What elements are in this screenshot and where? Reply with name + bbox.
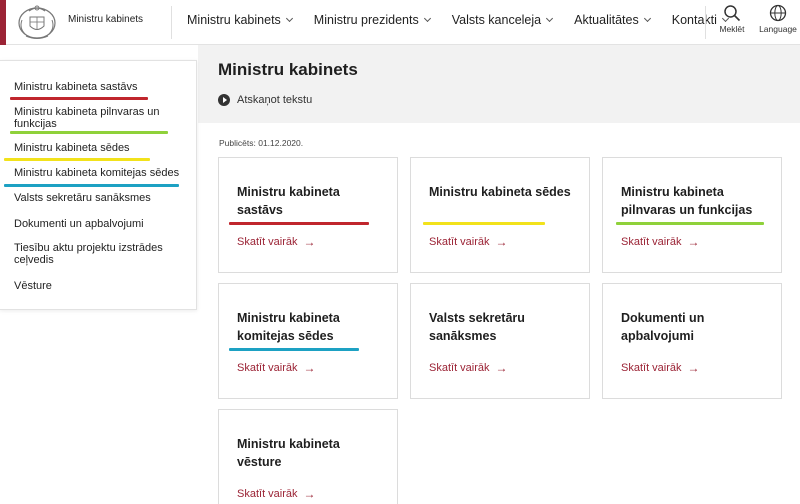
arrow-right-icon: → (303, 361, 316, 375)
sidebar-underline (10, 131, 168, 134)
brand-strip (0, 0, 6, 45)
arrow-right-icon: → (303, 487, 316, 501)
listen-button[interactable]: Atskaņot tekstu (218, 94, 312, 106)
arrow-right-icon: → (687, 361, 700, 375)
card-link[interactable]: Skatīt vairāk → (237, 487, 316, 501)
card-link[interactable]: Skatīt vairāk → (429, 235, 508, 249)
card-vesture[interactable]: Ministru kabineta vēsture Skatīt vairāk → (218, 409, 398, 504)
card-title: Valsts sekretāru sanāksmes (429, 311, 525, 343)
sidebar-item-dokumenti[interactable]: Dokumenti un apbalvojumi (14, 218, 189, 230)
card-title: Ministru kabineta sastāvs (237, 185, 340, 217)
card-link[interactable]: Skatīt vairāk → (237, 235, 316, 249)
card-underline (229, 348, 359, 351)
chevron-down-icon (546, 14, 554, 23)
nav-item-valsts-kanceleja[interactable]: Valsts kanceleja (452, 13, 554, 27)
sidebar-underline (4, 158, 150, 161)
page-hero: Ministru kabinets Atskaņot tekstu (198, 45, 800, 123)
site-name[interactable]: Ministru kabinets (68, 14, 143, 25)
card-title: Ministru kabineta sēdes (429, 185, 571, 199)
play-icon (218, 94, 230, 106)
search-icon (724, 5, 741, 22)
sidebar-underline (4, 184, 179, 187)
card-underline (229, 222, 369, 225)
language-button[interactable]: Language (756, 4, 800, 34)
globe-icon (769, 4, 787, 22)
site-header: Ministru kabinets Ministru kabinets Mini… (0, 0, 800, 45)
arrow-right-icon: → (687, 235, 700, 249)
search-button[interactable]: Meklēt (716, 4, 748, 34)
chevron-down-icon (643, 14, 651, 23)
main-nav: Ministru kabinets Ministru prezidents Va… (187, 13, 750, 27)
sidebar-item-pilnvaras[interactable]: Ministru kabineta pilnvaras un funkcijas (14, 106, 189, 130)
card-title: Ministru kabineta komitejas sēdes (237, 311, 340, 343)
card-sanaksmes[interactable]: Valsts sekretāru sanāksmes Skatīt vairāk… (410, 283, 590, 399)
sidebar-item-sanaksmes[interactable]: Valsts sekretāru sanāksmes (14, 192, 189, 204)
sidebar-item-sastavs[interactable]: Ministru kabineta sastāvs (14, 81, 189, 93)
listen-label: Atskaņot tekstu (237, 94, 313, 106)
nav-item-aktualitates[interactable]: Aktualitātes (574, 13, 651, 27)
page-title: Ministru kabinets (218, 60, 358, 79)
arrow-right-icon: → (303, 235, 316, 249)
arrow-right-icon: → (495, 361, 508, 375)
sidebar-item-sedes[interactable]: Ministru kabineta sēdes (14, 142, 189, 154)
header-divider (705, 6, 706, 39)
card-komitejas-sedes[interactable]: Ministru kabineta komitejas sēdes Skatīt… (218, 283, 398, 399)
sidebar-underline (10, 97, 148, 100)
nav-item-ministru-prezidents[interactable]: Ministru prezidents (314, 13, 431, 27)
card-pilnvaras[interactable]: Ministru kabineta pilnvaras un funkcijas… (602, 157, 782, 273)
sidebar-item-celvedis[interactable]: Tiesību aktu projektu izstrādes ceļvedis (14, 242, 189, 266)
card-sedes[interactable]: Ministru kabineta sēdes Skatīt vairāk → (410, 157, 590, 273)
sidebar-item-komitejas-sedes[interactable]: Ministru kabineta komitejas sēdes (14, 167, 189, 179)
coat-of-arms-logo[interactable] (14, 2, 60, 42)
card-link[interactable]: Skatīt vairāk → (429, 361, 508, 375)
search-label: Meklēt (719, 24, 745, 34)
published-date: Publicēts: 01.12.2020. (219, 138, 304, 148)
card-sastavs[interactable]: Ministru kabineta sastāvs Skatīt vairāk → (218, 157, 398, 273)
card-link[interactable]: Skatīt vairāk → (621, 361, 700, 375)
sidebar-item-vesture[interactable]: Vēsture (14, 280, 189, 292)
card-title: Ministru kabineta vēsture (237, 437, 340, 469)
header-divider (171, 6, 172, 39)
chevron-down-icon (423, 14, 431, 23)
card-title: Dokumenti un apbalvojumi (621, 311, 705, 343)
chevron-down-icon (285, 14, 293, 23)
card-link[interactable]: Skatīt vairāk → (237, 361, 316, 375)
card-underline (423, 222, 545, 225)
language-label: Language (759, 24, 797, 34)
sidebar-menu: Ministru kabineta sastāvs Ministru kabin… (0, 60, 197, 310)
arrow-right-icon: → (495, 235, 508, 249)
card-underline (616, 222, 764, 225)
nav-item-ministru-kabinets[interactable]: Ministru kabinets (187, 13, 293, 27)
card-link[interactable]: Skatīt vairāk → (621, 235, 700, 249)
card-dokumenti[interactable]: Dokumenti un apbalvojumi Skatīt vairāk → (602, 283, 782, 399)
card-title: Ministru kabineta pilnvaras un funkcijas (621, 185, 753, 217)
